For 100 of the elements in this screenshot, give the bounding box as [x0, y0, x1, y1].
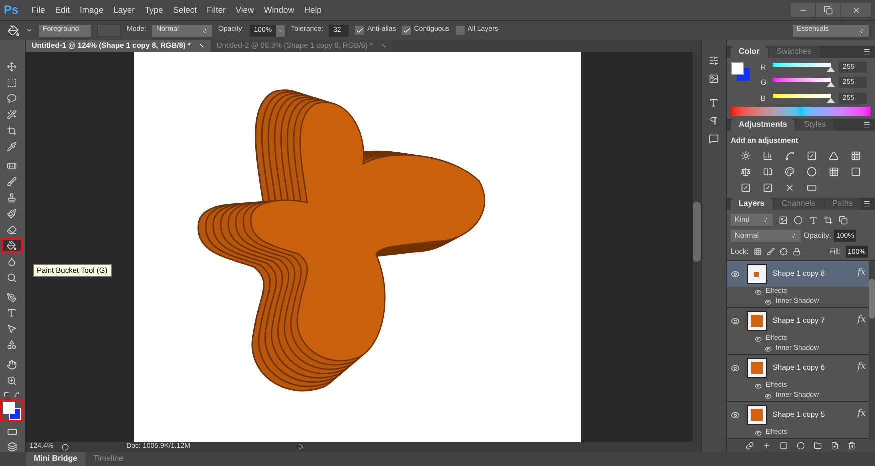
scrollbar-thumb[interactable] — [693, 202, 702, 262]
hand-tool-icon — [7, 360, 18, 370]
layer-thumbnail — [746, 264, 767, 284]
color-spectrum[interactable] — [730, 106, 871, 116]
layer-action-icon[interactable] — [762, 442, 771, 450]
paragraph-icon[interactable] — [708, 116, 719, 126]
layer-filter-icon[interactable] — [824, 216, 833, 224]
effect-eye-icon[interactable] — [764, 298, 772, 306]
image-icon[interactable] — [708, 74, 719, 84]
adjustment-icon[interactable] — [740, 183, 751, 193]
menu-item[interactable]: Help — [299, 4, 327, 16]
adjustment-icon[interactable] — [806, 151, 817, 161]
caret-icon[interactable] — [26, 27, 33, 34]
comment-icon[interactable] — [708, 134, 719, 144]
adjustment-icon[interactable] — [740, 167, 751, 177]
type-tool-icon — [7, 308, 18, 318]
layer-filter-icon[interactable] — [808, 216, 818, 224]
fx-icon[interactable]: fx — [858, 314, 866, 328]
layer-action-icon[interactable] — [830, 442, 839, 450]
effect-eye-icon[interactable] — [764, 392, 772, 400]
adjustment-icon[interactable] — [828, 167, 839, 177]
visibility-eye-icon[interactable] — [730, 270, 740, 278]
channel-slider[interactable] — [772, 78, 835, 88]
fx-icon[interactable]: fx — [858, 267, 866, 281]
adjustment-icon[interactable] — [784, 183, 795, 193]
close-button[interactable] — [841, 3, 871, 17]
layer-thumbnail — [746, 405, 767, 425]
visibility-eye-icon[interactable] — [730, 364, 740, 372]
zoom-tool-icon — [7, 376, 18, 386]
adjustment-icon[interactable] — [806, 183, 817, 193]
bottom-panel-tab[interactable]: Mini Bridge — [26, 452, 86, 466]
lock-icon[interactable] — [754, 248, 762, 256]
lock-icon[interactable] — [792, 248, 801, 256]
paint-bucket-icon[interactable] — [8, 24, 20, 36]
menu-item[interactable]: Select — [168, 4, 202, 16]
fx-icon[interactable]: fx — [858, 408, 866, 422]
layer-filter-icon[interactable] — [794, 216, 803, 224]
menu-item[interactable]: Type — [140, 4, 168, 16]
adjustment-icon[interactable] — [762, 151, 773, 161]
color-swatches[interactable] — [0, 399, 24, 422]
visibility-eye-icon[interactable] — [730, 316, 740, 326]
restore-button[interactable] — [816, 3, 840, 17]
layer-action-icon[interactable] — [746, 442, 754, 450]
layer-action-icon[interactable] — [848, 442, 856, 450]
panel-menu-icon[interactable] — [863, 200, 871, 208]
fx-icon[interactable]: fx — [858, 361, 866, 375]
adjustment-icon[interactable] — [850, 151, 861, 161]
checkbox[interactable] — [355, 26, 364, 35]
checkbox[interactable] — [456, 26, 465, 35]
adjustment-icon[interactable] — [784, 167, 795, 177]
adjustment-icon[interactable] — [784, 151, 795, 161]
shape-tool-icon — [7, 340, 18, 350]
color-swatches[interactable] — [730, 62, 753, 84]
status-icon[interactable] — [62, 444, 69, 450]
layer-action-icon[interactable] — [814, 442, 822, 450]
paint-bucket-tool-icon — [7, 240, 18, 251]
play-icon[interactable] — [298, 444, 304, 450]
lock-icon[interactable] — [780, 248, 788, 256]
adjustment-icon[interactable] — [828, 151, 839, 161]
menu-item[interactable]: Image — [75, 4, 109, 16]
caret-icon — [278, 28, 284, 34]
scrollbar-thumb[interactable] — [869, 279, 875, 319]
opacity-dropdown-button[interactable] — [276, 24, 286, 36]
checkbox[interactable] — [402, 26, 412, 35]
adjustment-icon[interactable] — [806, 167, 817, 177]
layer-filter-icon[interactable] — [838, 216, 848, 224]
effects-eye-icon[interactable] — [754, 288, 762, 296]
effects-eye-icon[interactable] — [754, 336, 762, 342]
adjustment-icon[interactable] — [762, 167, 773, 177]
panel-menu-icon[interactable] — [863, 120, 871, 129]
menu-item[interactable]: Filter — [202, 4, 231, 16]
menu-item[interactable]: File — [26, 4, 50, 16]
close-icon[interactable] — [380, 43, 387, 49]
visibility-eye-icon[interactable] — [730, 410, 740, 420]
layer-thumbnail — [746, 311, 767, 331]
menu-item[interactable]: Window — [259, 4, 300, 16]
default-colors-icon[interactable] — [4, 392, 10, 398]
sliders-icon[interactable] — [708, 56, 719, 66]
type-icon[interactable] — [708, 98, 719, 108]
adjustment-icon[interactable] — [762, 183, 773, 193]
panel-tab[interactable]: Layers — [730, 198, 773, 210]
pointer-tool-icon — [7, 324, 18, 334]
menu-item[interactable]: Edit — [50, 4, 76, 16]
panel-menu-icon[interactable] — [863, 48, 871, 56]
lock-icon[interactable] — [766, 248, 775, 256]
move-tool-icon — [7, 62, 18, 72]
adjustment-icon[interactable] — [740, 151, 751, 161]
panel-tab[interactable]: Adjustments — [730, 118, 796, 131]
effects-eye-icon[interactable] — [754, 382, 762, 390]
menu-item[interactable]: Layer — [108, 4, 140, 16]
marquee-tool-icon — [7, 78, 18, 88]
effect-eye-icon[interactable] — [764, 346, 772, 352]
effects-eye-icon[interactable] — [754, 430, 762, 436]
layer-filter-icon[interactable] — [778, 216, 788, 224]
close-icon — [852, 6, 860, 14]
adjustment-icon[interactable] — [850, 167, 861, 177]
panel-tab[interactable]: Color — [730, 46, 768, 58]
channel-slider[interactable] — [772, 63, 835, 72]
menu-item[interactable]: View — [230, 4, 260, 16]
tool-button[interactable] — [1, 238, 24, 254]
